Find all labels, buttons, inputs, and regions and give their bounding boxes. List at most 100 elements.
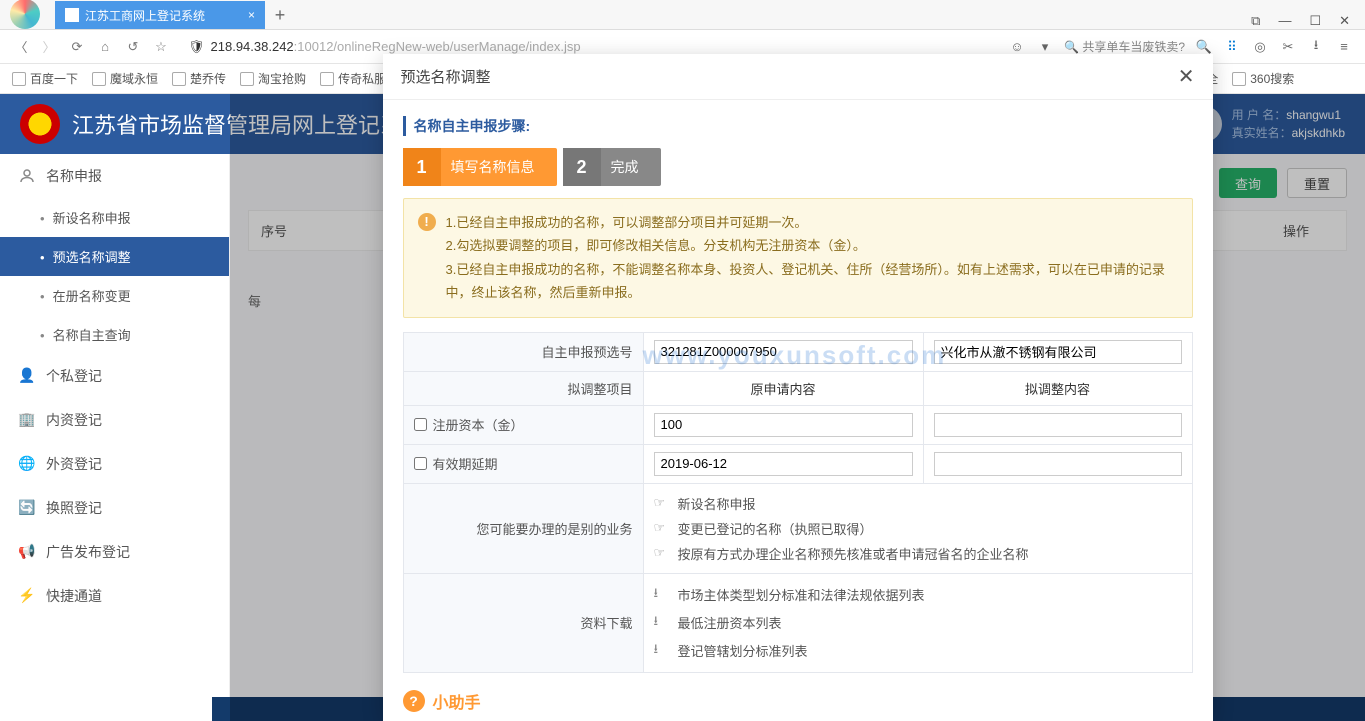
bookmark-item[interactable]: 百度一下 xyxy=(12,70,78,87)
modal-close-icon[interactable]: ✕ xyxy=(1178,64,1195,89)
group-icon: ⚡ xyxy=(18,587,36,605)
service-link[interactable]: ☞按原有方式办理企业名称预先核准或者申请冠省名的企业名称 xyxy=(654,541,1182,566)
download-arrow-icon: ⭳ xyxy=(654,640,670,662)
group-icon: 📢 xyxy=(18,543,36,561)
group-icon: 👤 xyxy=(18,367,36,385)
capital-orig-input[interactable] xyxy=(654,413,913,437)
step-1[interactable]: 1填写名称信息 xyxy=(403,148,557,186)
back-icon[interactable]: 〈 xyxy=(12,38,30,56)
group-icon: 🌐 xyxy=(18,455,36,473)
chk-reg-capital[interactable]: 注册资本（金） xyxy=(414,415,633,434)
nav-group-name[interactable]: 名称申报 xyxy=(0,154,229,198)
browser-tab-active[interactable]: 江苏工商网上登记系统 × xyxy=(55,1,265,29)
sidebar-sub-item[interactable]: 新设名称申报 xyxy=(0,198,229,237)
modal-overlay: 预选名称调整 ✕ 名称自主申报步骤: 1填写名称信息 2完成 ! 1.已经自主申… xyxy=(230,94,1365,721)
group-icon: 🔄 xyxy=(18,499,36,517)
sidebar: 名称申报 新设名称申报预选名称调整在册名称变更名称自主查询 👤个私登记🏢内资登记… xyxy=(0,154,230,721)
user-icon xyxy=(18,167,36,185)
sidebar-group[interactable]: ⚡快捷通道 xyxy=(0,574,229,618)
search-hint[interactable]: 🔍 共享单车当废铁卖? xyxy=(1064,38,1185,55)
reg-capital-checkbox[interactable] xyxy=(414,418,427,431)
service-link[interactable]: ☞变更已登记的名称（执照已取得） xyxy=(654,516,1182,541)
bookmark-item[interactable]: 淘宝抢购 xyxy=(240,70,306,87)
bookmark-item[interactable]: 楚乔传 xyxy=(172,70,226,87)
bookmark-item[interactable]: 魔域永恒 xyxy=(92,70,158,87)
form-table: 自主申报预选号 拟调整项目 原申请内容 拟调整内容 注册资本（金） xyxy=(403,332,1193,673)
hand-icon: ☞ xyxy=(654,545,670,561)
emblem-icon xyxy=(20,104,60,144)
sidebar-sub-item[interactable]: 预选名称调整 xyxy=(0,237,229,276)
notice-line: 3.已经自主申报成功的名称，不能调整名称本身、投资人、登记机关、住所（经营场所）… xyxy=(446,258,1178,305)
scissors-icon[interactable]: ✂ xyxy=(1279,39,1297,55)
steps: 1填写名称信息 2完成 xyxy=(403,148,1193,186)
hand-icon: ☞ xyxy=(654,520,670,536)
bookmark-item[interactable]: 360搜索 xyxy=(1232,70,1294,87)
page-icon xyxy=(65,8,79,22)
sidebar-group[interactable]: 🔄换照登记 xyxy=(0,486,229,530)
date-adjust-input[interactable] xyxy=(934,452,1182,476)
steps-title: 名称自主申报步骤: xyxy=(403,116,1193,136)
capital-adjust-input[interactable] xyxy=(934,413,1182,437)
label-downloads: 资料下载 xyxy=(403,573,643,672)
step-2[interactable]: 2完成 xyxy=(563,148,661,186)
company-input[interactable] xyxy=(934,340,1182,364)
tab-title: 江苏工商网上登记系统 xyxy=(85,7,205,24)
popout-icon[interactable]: ⧉ xyxy=(1251,13,1260,29)
chk-validity[interactable]: 有效期延期 xyxy=(414,454,633,473)
ext2-icon[interactable]: ◎ xyxy=(1251,39,1269,55)
translate-icon[interactable]: ▾ xyxy=(1036,39,1054,55)
favorite-icon[interactable]: ☆ xyxy=(152,38,170,56)
minimize-icon[interactable]: — xyxy=(1278,13,1291,29)
main-content: 查询 重置 序号 操作 每 预选名称调整 ✕ 名称自主申报步骤: 1填写名称信息 xyxy=(230,154,1365,721)
col-adjust-content: 拟调整内容 xyxy=(923,371,1192,405)
hand-icon: ☞ xyxy=(654,495,670,511)
browser-tab-strip: 江苏工商网上登记系统 × + ⧉ — ☐ ✕ xyxy=(0,0,1365,30)
sidebar-group[interactable]: 🏢内资登记 xyxy=(0,398,229,442)
sidebar-group[interactable]: 👤个私登记 xyxy=(0,354,229,398)
group-icon: 🏢 xyxy=(18,411,36,429)
search-icon[interactable]: 🔍 xyxy=(1195,39,1213,55)
download-link[interactable]: ⭳登记管辖划分标准列表 xyxy=(654,637,1182,665)
url-text: 218.94.38.242:10012/onlineRegNew-web/use… xyxy=(211,39,581,54)
menu-icon[interactable]: ≡ xyxy=(1335,39,1353,54)
warning-icon: ! xyxy=(418,213,436,231)
modal-header: 预选名称调整 ✕ xyxy=(383,54,1213,100)
sidebar-sub-item[interactable]: 在册名称变更 xyxy=(0,276,229,315)
maximize-icon[interactable]: ☐ xyxy=(1309,13,1321,29)
notice-line: 2.勾选拟要调整的项目，即可修改相关信息。分支机构无注册资本（金）。 xyxy=(446,234,1178,257)
download-icon[interactable]: ⭳ xyxy=(1307,36,1325,58)
history-icon[interactable]: ↺ xyxy=(124,38,142,56)
browser-logo-icon[interactable] xyxy=(10,0,40,29)
grid-ext-icon[interactable]: ⠿ xyxy=(1223,39,1241,55)
bookmark-item[interactable]: 传奇私服 xyxy=(320,70,386,87)
reload-icon[interactable]: ⟳ xyxy=(68,38,86,56)
new-tab-button[interactable]: + xyxy=(265,1,295,29)
presel-no-input[interactable] xyxy=(654,340,913,364)
download-arrow-icon: ⭳ xyxy=(654,584,670,606)
label-adjust-item: 拟调整项目 xyxy=(403,371,643,405)
notice-line: 1.已经自主申报成功的名称，可以调整部分项目并可延期一次。 xyxy=(446,211,1178,234)
validity-checkbox[interactable] xyxy=(414,457,427,470)
label-presel-no: 自主申报预选号 xyxy=(403,332,643,371)
sidebar-sub-item[interactable]: 名称自主查询 xyxy=(0,315,229,354)
modal-title: 预选名称调整 xyxy=(401,66,491,87)
sidebar-group[interactable]: 📢广告发布登记 xyxy=(0,530,229,574)
shield-icon: 🛡 xyxy=(188,39,205,55)
window-controls: ⧉ — ☐ ✕ xyxy=(1251,13,1365,29)
close-window-icon[interactable]: ✕ xyxy=(1339,13,1350,29)
service-link[interactable]: ☞新设名称申报 xyxy=(654,491,1182,516)
download-arrow-icon: ⭳ xyxy=(654,612,670,634)
label-other-biz: 您可能要办理的是别的业务 xyxy=(403,483,643,573)
helper-icon: ? xyxy=(403,690,425,712)
date-orig-input[interactable] xyxy=(654,452,913,476)
modal: 预选名称调整 ✕ 名称自主申报步骤: 1填写名称信息 2完成 ! 1.已经自主申… xyxy=(383,54,1213,721)
download-link[interactable]: ⭳最低注册资本列表 xyxy=(654,609,1182,637)
download-link[interactable]: ⭳市场主体类型划分标准和法律法规依据列表 xyxy=(654,581,1182,609)
notice-box: ! 1.已经自主申报成功的名称，可以调整部分项目并可延期一次。2.勾选拟要调整的… xyxy=(403,198,1193,318)
reader-icon[interactable]: ☺ xyxy=(1008,39,1026,54)
home-icon[interactable]: ⌂ xyxy=(96,38,114,56)
col-orig-content: 原申请内容 xyxy=(643,371,923,405)
sidebar-group[interactable]: 🌐外资登记 xyxy=(0,442,229,486)
forward-icon: 〉 xyxy=(40,38,58,56)
tab-close-icon[interactable]: × xyxy=(248,8,255,22)
